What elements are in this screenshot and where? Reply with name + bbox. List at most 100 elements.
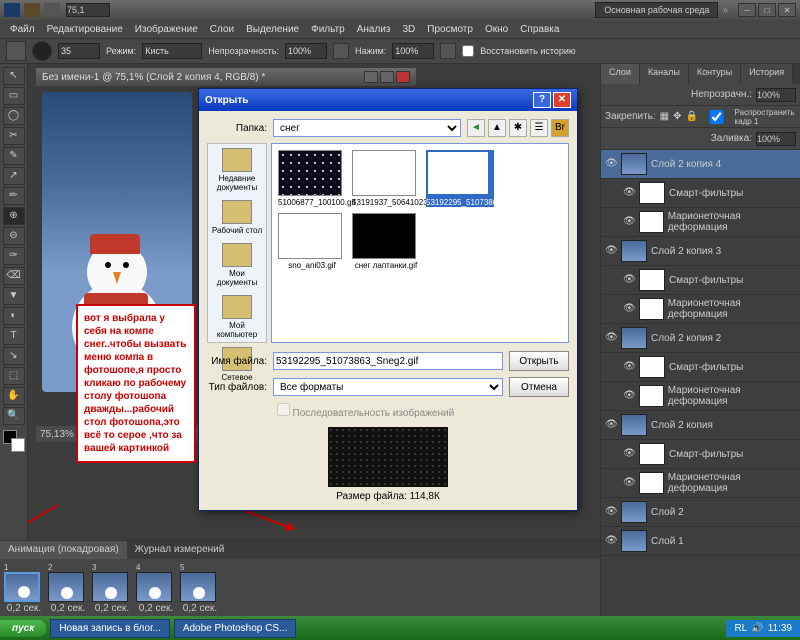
place-item[interactable]: Мой компьютер — [210, 295, 264, 339]
tool-9[interactable]: ✑ — [3, 247, 25, 265]
anim-frame[interactable]: 30,2 сек. — [92, 563, 132, 614]
tool-0[interactable]: ↖ — [3, 67, 25, 85]
tool-6[interactable]: ✏ — [3, 187, 25, 205]
layer-row[interactable]: 👁Слой 2 копия 3 — [601, 237, 800, 266]
tool-13[interactable]: T — [3, 327, 25, 345]
visibility-icon[interactable]: 👁 — [623, 361, 635, 373]
panel-tab[interactable]: Слои — [601, 64, 640, 84]
flow-field[interactable] — [392, 43, 434, 59]
menu-Фильтр[interactable]: Фильтр — [305, 24, 351, 35]
background-color[interactable] — [11, 438, 25, 452]
new-folder-icon[interactable]: ✱ — [509, 119, 527, 137]
layer-row[interactable]: 👁Слой 2 копия 2 — [601, 324, 800, 353]
spread-checkbox[interactable] — [702, 110, 731, 124]
place-item[interactable]: Рабочий стол — [212, 200, 262, 235]
menu-3D[interactable]: 3D — [396, 24, 421, 35]
brush-size-field[interactable] — [58, 43, 100, 59]
visibility-icon[interactable]: 👁 — [623, 216, 635, 228]
anim-frame[interactable]: 40,2 сек. — [136, 563, 176, 614]
mode-select[interactable] — [142, 43, 202, 59]
pressure-icon[interactable] — [333, 43, 349, 59]
file-list[interactable]: 51006877_100100.gif53191937_50641023_...… — [271, 143, 569, 343]
airbrush-icon[interactable] — [440, 43, 456, 59]
view-menu-icon[interactable]: ☰ — [530, 119, 548, 137]
file-thumb[interactable]: sno_ani03.gif — [278, 213, 346, 270]
visibility-icon[interactable]: 👁 — [605, 158, 617, 170]
menu-Изображение[interactable]: Изображение — [129, 24, 204, 35]
anim-frame[interactable]: 20,2 сек. — [48, 563, 88, 614]
layer-opacity-field[interactable] — [756, 88, 796, 102]
doc-zoom[interactable]: 75,13% — [40, 429, 74, 440]
bridge-icon[interactable] — [24, 3, 40, 17]
document-titlebar[interactable]: Без имени-1 @ 75,1% (Слой 2 копия 4, RGB… — [36, 68, 416, 86]
anim-frame[interactable]: 50,2 сек. — [180, 563, 220, 614]
cancel-button[interactable]: Отмена — [509, 377, 569, 397]
layer-row[interactable]: 👁Слой 2 копия — [601, 411, 800, 440]
layer-row[interactable]: 👁Слой 2 — [601, 498, 800, 527]
tool-11[interactable]: ▼ — [3, 287, 25, 305]
menu-Просмотр[interactable]: Просмотр — [421, 24, 479, 35]
tool-3[interactable]: ✂ — [3, 127, 25, 145]
chevron-right-icon[interactable]: » — [722, 5, 728, 16]
up-icon[interactable]: ▲ — [488, 119, 506, 137]
layer-row[interactable]: 👁Слой 1 — [601, 527, 800, 556]
tool-14[interactable]: ↘ — [3, 347, 25, 365]
place-item[interactable]: Недавние документы — [210, 148, 264, 192]
menu-Анализ[interactable]: Анализ — [351, 24, 397, 35]
visibility-icon[interactable]: 👁 — [605, 419, 617, 431]
menu-Справка[interactable]: Справка — [514, 24, 565, 35]
view-icon[interactable] — [44, 3, 60, 17]
file-thumb[interactable]: 51006877_100100.gif — [278, 150, 346, 207]
visibility-icon[interactable]: 👁 — [623, 187, 635, 199]
layer-row[interactable]: 👁Марионеточная деформация — [601, 469, 800, 498]
tray-icon[interactable]: 🔊 — [751, 623, 763, 634]
layer-row[interactable]: 👁Смарт-фильтры — [601, 266, 800, 295]
filename-input[interactable] — [273, 352, 503, 370]
filetype-select[interactable]: Все форматы — [273, 378, 503, 396]
visibility-icon[interactable]: 👁 — [623, 274, 635, 286]
file-thumb[interactable]: 53192295_51073863_Sneg2.gif — [426, 150, 494, 207]
fill-field[interactable] — [756, 132, 796, 146]
place-item[interactable]: Мои документы — [210, 243, 264, 287]
frame-delay[interactable]: 0,2 сек. — [4, 603, 44, 614]
menu-Файл[interactable]: Файл — [4, 24, 41, 35]
anim-frame[interactable]: 10,2 сек. — [4, 563, 44, 614]
anim-tab[interactable]: Журнал измерений — [127, 541, 233, 559]
brush-tool-icon[interactable] — [6, 41, 26, 61]
tool-8[interactable]: ⊖ — [3, 227, 25, 245]
visibility-icon[interactable]: 👁 — [605, 535, 617, 547]
tool-15[interactable]: ⬚ — [3, 367, 25, 385]
start-button[interactable]: пуск — [0, 620, 46, 637]
clock[interactable]: 11:39 — [768, 623, 792, 634]
doc-maximize-icon[interactable] — [380, 71, 394, 83]
layer-row[interactable]: 👁Слой 2 копия 4 — [601, 150, 800, 179]
lang-indicator[interactable]: RL — [734, 623, 747, 634]
visibility-icon[interactable]: 👁 — [623, 390, 635, 402]
doc-minimize-icon[interactable] — [364, 71, 378, 83]
lock-position-icon[interactable]: ✥ — [673, 111, 681, 122]
layer-row[interactable]: 👁Марионеточная деформация — [601, 208, 800, 237]
menu-Окно[interactable]: Окно — [479, 24, 514, 35]
layers-list[interactable]: 👁Слой 2 копия 4👁Смарт-фильтры👁Марионеточ… — [601, 150, 800, 616]
visibility-icon[interactable]: 👁 — [623, 303, 635, 315]
tool-2[interactable]: ◯ — [3, 107, 25, 125]
anim-tab[interactable]: Анимация (покадровая) — [0, 541, 127, 559]
doc-close-icon[interactable] — [396, 71, 410, 83]
visibility-icon[interactable]: 👁 — [605, 332, 617, 344]
tool-12[interactable]: ◐ — [3, 307, 25, 325]
dialog-titlebar[interactable]: Открыть ? ✕ — [199, 89, 577, 111]
opacity-field[interactable] — [285, 43, 327, 59]
panel-tab[interactable]: История — [741, 64, 793, 84]
task-button[interactable]: Adobe Photoshop CS... — [174, 619, 297, 638]
layer-row[interactable]: 👁Смарт-фильтры — [601, 179, 800, 208]
tool-1[interactable]: ▭ — [3, 87, 25, 105]
menu-Выделение[interactable]: Выделение — [240, 24, 305, 35]
help-icon[interactable]: ? — [533, 92, 551, 108]
close-icon[interactable]: ✕ — [778, 3, 796, 17]
open-button[interactable]: Открыть — [509, 351, 569, 371]
brush-preset-icon[interactable] — [32, 41, 52, 61]
back-icon[interactable]: ◄ — [467, 119, 485, 137]
visibility-icon[interactable]: 👁 — [605, 245, 617, 257]
frame-delay[interactable]: 0,2 сек. — [180, 603, 220, 614]
file-thumb[interactable]: снег лаптанки.gif — [352, 213, 420, 270]
